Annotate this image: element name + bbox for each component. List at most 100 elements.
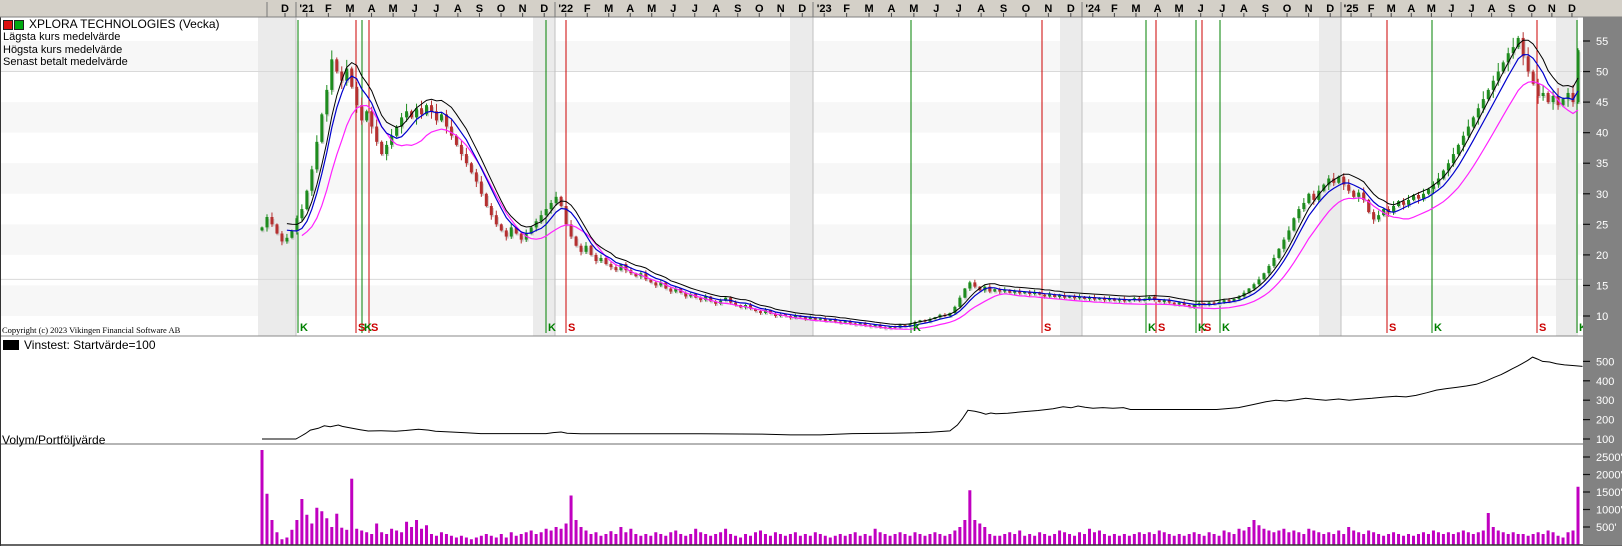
volume-bar bbox=[963, 520, 966, 545]
volume-bar bbox=[330, 527, 333, 545]
price-tick-label: 30 bbox=[1596, 189, 1608, 201]
volume-bar bbox=[1557, 536, 1560, 545]
volume-bar bbox=[829, 538, 832, 545]
volume-bar bbox=[694, 529, 697, 545]
candle-body bbox=[275, 224, 278, 233]
candle-body bbox=[405, 111, 408, 117]
month-axis-bar bbox=[0, 0, 1622, 17]
candle-body bbox=[819, 318, 822, 319]
candle-body bbox=[1487, 90, 1490, 99]
volume-bar bbox=[1387, 534, 1390, 545]
volume-bar bbox=[809, 536, 812, 545]
volume-bar bbox=[659, 534, 662, 545]
volume-bar bbox=[978, 524, 981, 545]
volume-bar bbox=[505, 538, 508, 545]
volume-bar bbox=[1068, 534, 1071, 545]
volume-tick-label: 1000' bbox=[1596, 505, 1622, 517]
volume-bar bbox=[1203, 536, 1206, 545]
volume-bar bbox=[754, 532, 757, 544]
volume-bar bbox=[1367, 531, 1370, 545]
volume-bar bbox=[315, 508, 318, 545]
volume-bar bbox=[1063, 532, 1066, 544]
volume-bar bbox=[794, 532, 797, 544]
candle-body bbox=[1287, 230, 1290, 239]
volume-bar bbox=[1542, 534, 1545, 545]
volume-bar bbox=[450, 536, 453, 545]
volume-bar bbox=[1178, 534, 1181, 545]
buy-signal-letter: K bbox=[913, 322, 921, 334]
vinstest-tick-label: 400 bbox=[1596, 376, 1614, 388]
volume-bar bbox=[420, 529, 423, 545]
candle-body bbox=[420, 108, 423, 114]
volume-bar bbox=[390, 529, 393, 545]
candle-body bbox=[1307, 194, 1310, 203]
volume-bar bbox=[814, 532, 817, 544]
volume-bar bbox=[1282, 529, 1285, 545]
volume-bar bbox=[1248, 527, 1251, 545]
volume-bar bbox=[1198, 534, 1201, 545]
candle-body bbox=[1577, 50, 1580, 102]
candle-body bbox=[1252, 284, 1255, 288]
price-tick-label: 10 bbox=[1596, 311, 1608, 323]
volume-bar bbox=[599, 536, 602, 545]
volume-bar bbox=[614, 534, 617, 545]
volume-bar bbox=[290, 530, 293, 545]
candle-body bbox=[669, 288, 672, 291]
volume-bar bbox=[968, 490, 971, 544]
candle-body bbox=[1272, 258, 1275, 266]
volume-tick-label: 1500' bbox=[1596, 487, 1622, 499]
volume-bar bbox=[1058, 531, 1061, 545]
candle-body bbox=[1402, 201, 1405, 205]
sell-signal-letter: S bbox=[1158, 322, 1165, 334]
volume-bar bbox=[1562, 538, 1565, 545]
volume-bar bbox=[1487, 513, 1490, 545]
volume-bar bbox=[1093, 532, 1096, 544]
volume-bar bbox=[1572, 531, 1575, 545]
volume-bar bbox=[649, 536, 652, 545]
candle-body bbox=[968, 282, 971, 288]
volume-bar bbox=[430, 534, 433, 545]
candle-body bbox=[470, 163, 473, 172]
volume-bar bbox=[644, 534, 647, 545]
volume-bar bbox=[1193, 532, 1196, 544]
volume-bar bbox=[1407, 534, 1410, 545]
volume-bar bbox=[385, 534, 388, 545]
volume-bar bbox=[1312, 531, 1315, 545]
volume-bar bbox=[884, 534, 887, 545]
volume-bar bbox=[699, 532, 702, 544]
volume-bar bbox=[619, 527, 622, 545]
candle-body bbox=[465, 154, 468, 163]
volume-bar bbox=[1417, 534, 1420, 545]
volume-bar bbox=[1322, 534, 1325, 545]
volume-bar bbox=[719, 532, 722, 544]
volume-bar bbox=[1347, 527, 1350, 545]
candle-body bbox=[1148, 297, 1151, 299]
candle-body bbox=[1178, 303, 1181, 305]
volume-bar bbox=[1432, 531, 1435, 545]
candle-body bbox=[550, 203, 553, 209]
volume-bar bbox=[1213, 534, 1216, 545]
volume-bar bbox=[370, 534, 373, 545]
volume-bar bbox=[1447, 532, 1450, 544]
volume-bar bbox=[998, 536, 1001, 545]
candle-shadow bbox=[1219, 304, 1222, 306]
volume-bar bbox=[565, 524, 568, 545]
volume-bar bbox=[973, 520, 976, 545]
volume-bar bbox=[280, 539, 283, 544]
candle-body bbox=[1457, 145, 1460, 154]
volume-bar bbox=[1148, 532, 1151, 544]
candle-body bbox=[1282, 240, 1285, 249]
volume-bar bbox=[1512, 532, 1515, 544]
volume-bar bbox=[1442, 534, 1445, 545]
volume-bar bbox=[1163, 532, 1166, 544]
volume-bar bbox=[774, 532, 777, 544]
volume-bar bbox=[1243, 531, 1246, 545]
december-band bbox=[1319, 17, 1341, 336]
volume-bar bbox=[400, 532, 403, 544]
candle-body bbox=[1407, 200, 1410, 205]
volume-bar bbox=[560, 529, 563, 545]
volume-bar bbox=[894, 534, 897, 545]
volume-bar bbox=[1098, 531, 1101, 545]
volume-bar bbox=[320, 511, 323, 544]
candle-body bbox=[330, 59, 333, 90]
